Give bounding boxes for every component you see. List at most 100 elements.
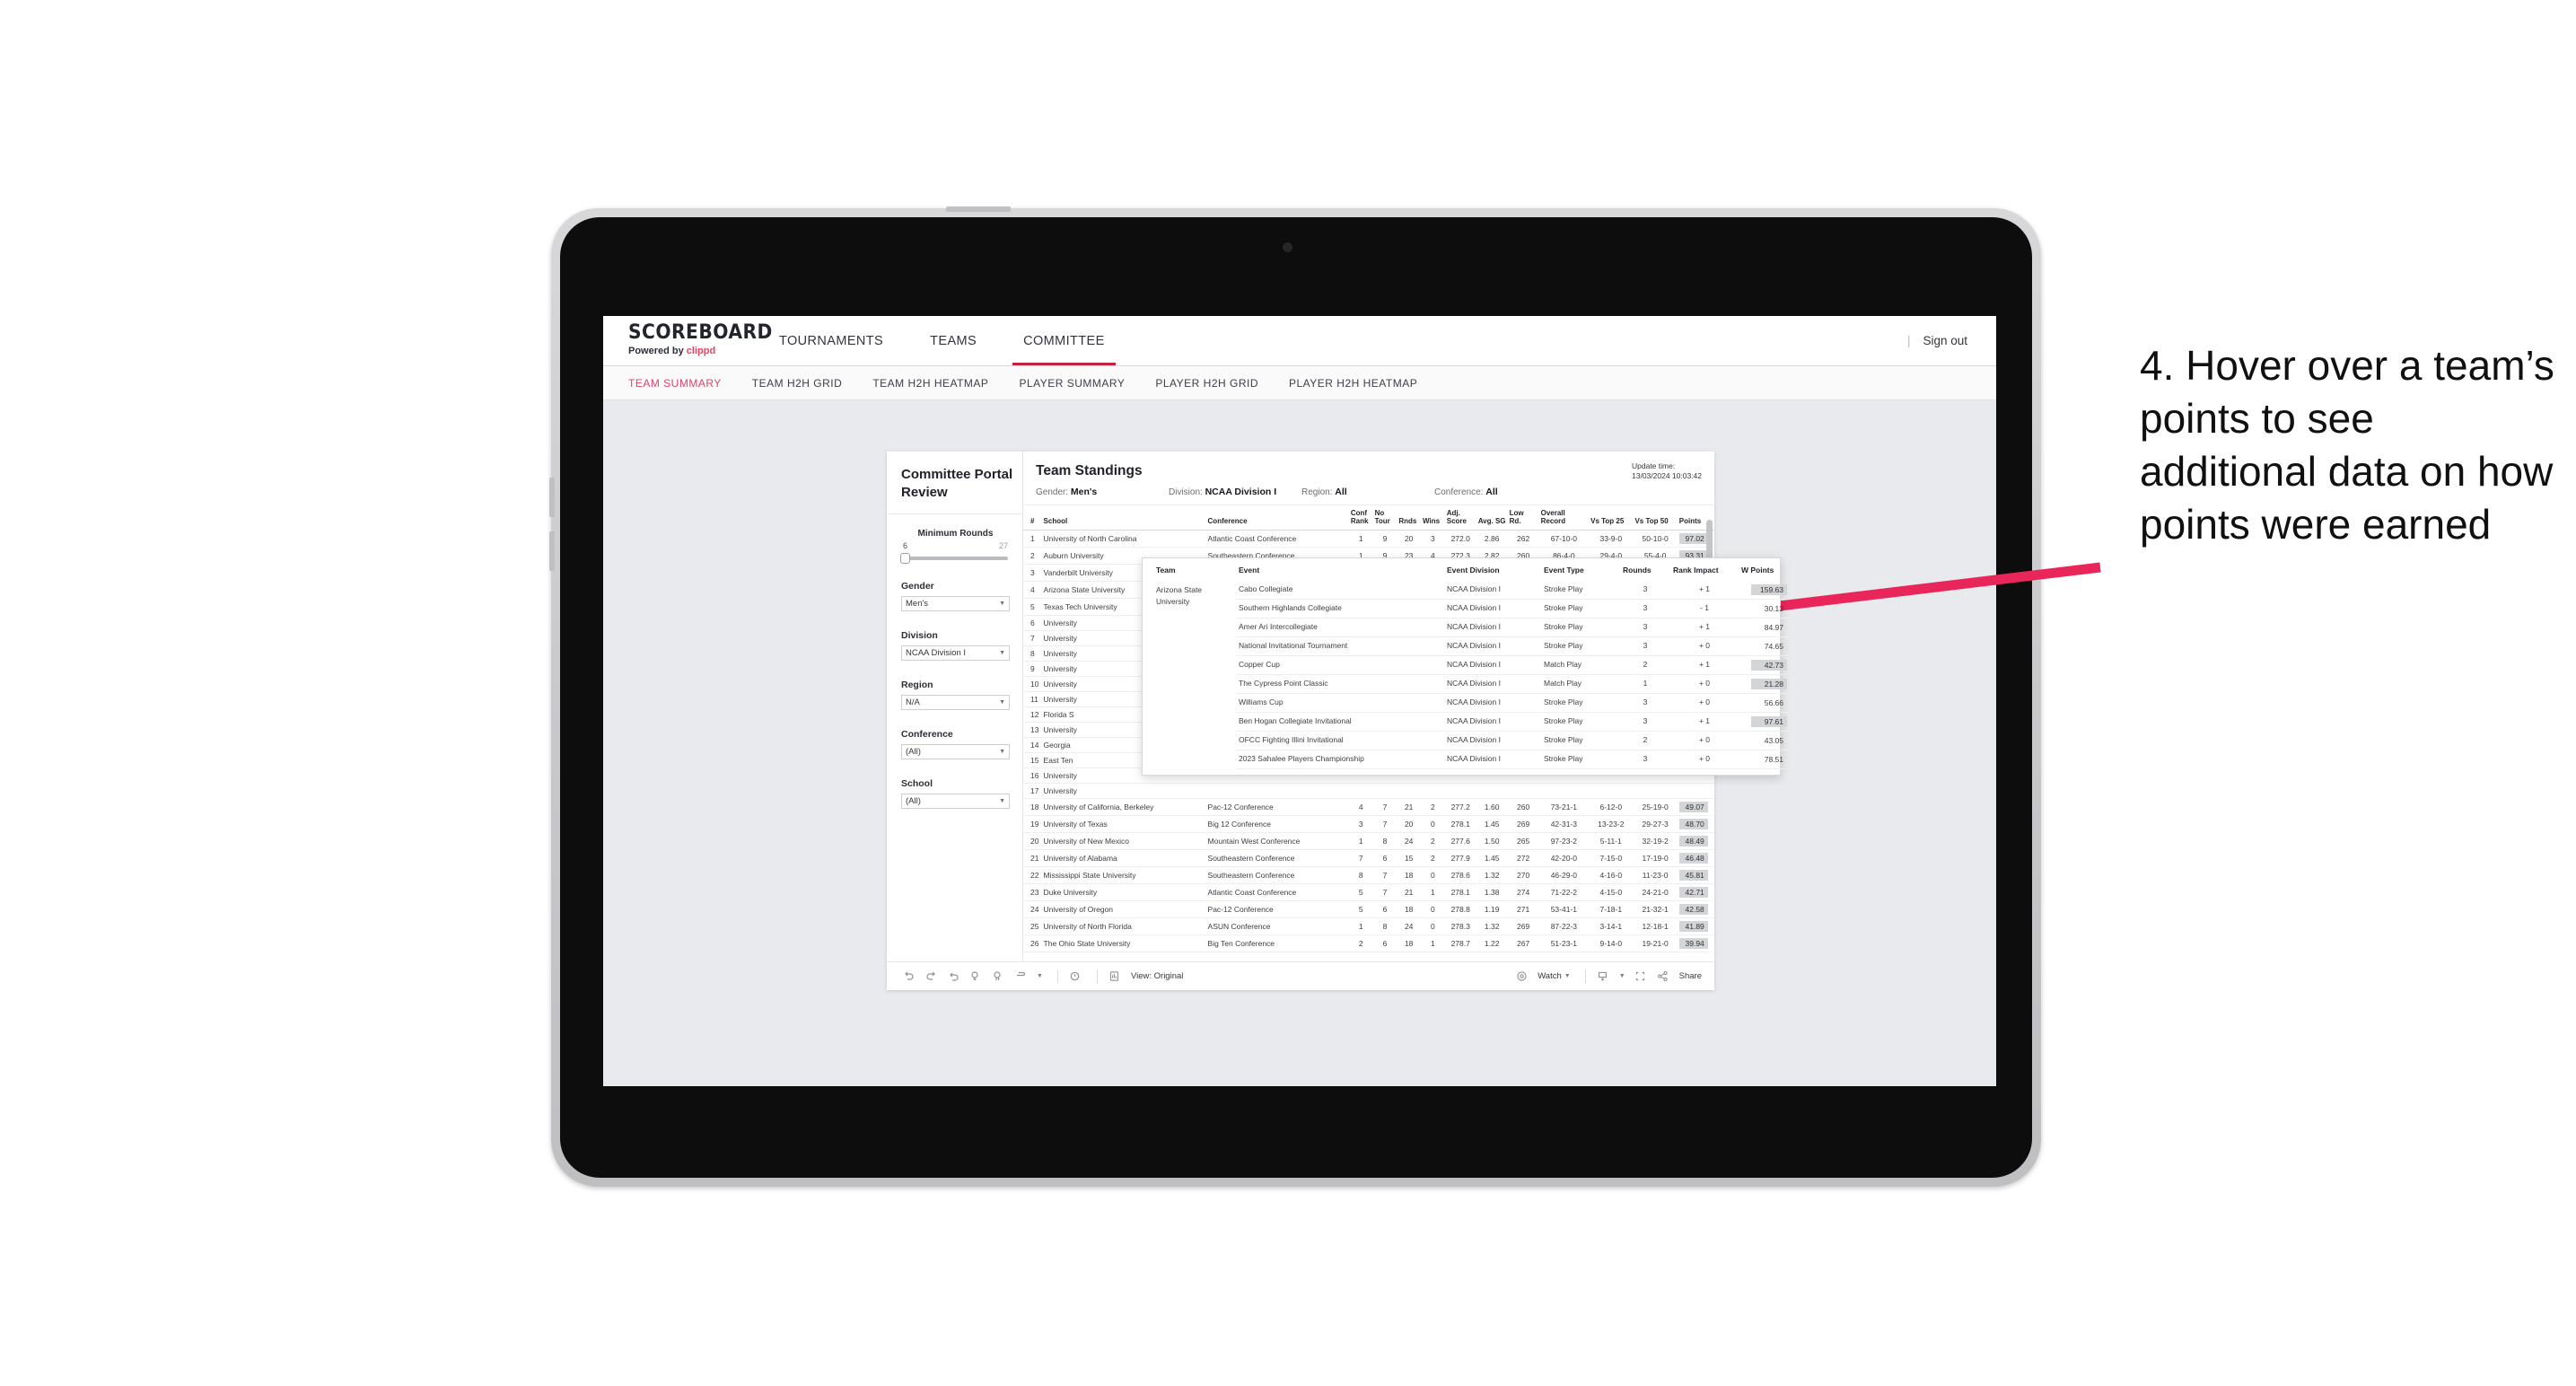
standings-cell-points[interactable]: 48.49 [1677, 832, 1714, 851]
col-header-wins[interactable]: Wins [1421, 505, 1445, 531]
standings-cell-rank: 25 [1023, 917, 1042, 936]
region-select[interactable]: N/A ▼ [901, 695, 1010, 710]
subnav-tab-player-summary[interactable]: PLAYER SUMMARY [1019, 377, 1125, 390]
subnav-tab-player-h2h-grid[interactable]: PLAYER H2H GRID [1155, 377, 1258, 390]
col-header-record[interactable]: Overall Record [1538, 505, 1590, 531]
view-shape-icon[interactable] [1012, 968, 1030, 986]
points-chip[interactable]: 48.49 [1678, 836, 1708, 847]
school-select[interactable]: (All) ▼ [901, 794, 1010, 809]
undo-icon[interactable] [899, 968, 917, 986]
table-row[interactable]: 19 University of Texas Big 12 Conference 3 7… [1023, 815, 1714, 834]
standings-cell-points[interactable]: 49.07 [1677, 798, 1714, 817]
standings-cell-record: 67-10-0 [1538, 530, 1590, 548]
standings-cell-school: University of Alabama [1041, 849, 1206, 868]
col-header-school[interactable]: School [1041, 505, 1206, 531]
revert-icon[interactable] [944, 968, 962, 986]
standings-cell-rank: 8 [1023, 645, 1042, 662]
points-chip[interactable]: 41.89 [1678, 921, 1708, 933]
redo-icon[interactable] [922, 968, 940, 986]
table-row[interactable]: 25 University of North Florida ASUN Confer… [1023, 917, 1714, 936]
col-header-adj-score[interactable]: Adj. Score [1444, 505, 1476, 531]
standings-cell-vs-top-50: 32-19-2 [1633, 832, 1678, 851]
table-row[interactable]: 18 University of California, Berkeley Pac-… [1023, 798, 1714, 817]
nav-tab-committee[interactable]: COMMITTEE [1000, 316, 1128, 365]
subnav-tab-team-summary[interactable]: TEAM SUMMARY [628, 377, 722, 390]
power-button[interactable] [946, 206, 1011, 212]
app-viewport: SCOREBOARD Powered by clippd TOURNAMENTS… [603, 316, 1996, 1086]
view-original-label[interactable]: View: Original [1131, 971, 1183, 981]
col-header-vs-top-50[interactable]: Vs Top 50 [1633, 505, 1678, 531]
standings-cell-points[interactable]: 46.48 [1677, 849, 1714, 868]
standings-cell-points[interactable] [1677, 783, 1714, 800]
subnav-tab-team-h2h-grid[interactable]: TEAM H2H GRID [752, 377, 843, 390]
standings-cell-no-tour: 8 [1372, 832, 1398, 851]
watch-icon[interactable] [1512, 968, 1530, 986]
points-chip[interactable]: 42.58 [1678, 904, 1708, 916]
table-row[interactable]: 20 University of New Mexico Mountain West … [1023, 832, 1714, 851]
table-row[interactable]: 21 University of Alabama Southeastern Conf… [1023, 849, 1714, 868]
view-original-icon[interactable] [1106, 968, 1124, 986]
sign-out-link[interactable]: Sign out [1923, 334, 1967, 347]
standings-cell-points[interactable]: 39.94 [1677, 934, 1714, 953]
division-select[interactable]: NCAA Division I ▼ [901, 645, 1010, 661]
conference-select[interactable]: (All) ▼ [901, 744, 1010, 759]
download-icon[interactable] [1594, 968, 1612, 986]
volume-down-button[interactable] [549, 531, 555, 571]
standings-cell-points[interactable]: 42.71 [1677, 883, 1714, 902]
standings-cell-record: 42-20-0 [1538, 849, 1590, 868]
standings-cell-points[interactable]: 45.81 [1677, 866, 1714, 885]
standings-filter-summary: Gender: Men's Division: NCAA Division I … [1036, 487, 1714, 497]
points-chip[interactable]: 45.81 [1678, 870, 1708, 882]
points-chip[interactable]: 49.07 [1678, 802, 1708, 813]
table-row[interactable]: 23 Duke University Atlantic Coast Conferen… [1023, 883, 1714, 902]
share-icon[interactable] [1654, 968, 1672, 986]
standings-panel: Team Standings Gender: Men's Division: N… [1023, 452, 1791, 961]
col-header-no-tour[interactable]: No Tour [1372, 505, 1398, 531]
refresh-data-icon[interactable] [967, 968, 985, 986]
standings-cell-wins: 0 [1421, 900, 1445, 919]
col-header-rank[interactable]: # [1023, 505, 1042, 531]
subnav-tab-player-h2h-heatmap[interactable]: PLAYER H2H HEATMAP [1289, 377, 1417, 390]
col-header-rnds[interactable]: Rnds [1397, 505, 1422, 531]
standings-cell-points[interactable]: 42.58 [1677, 900, 1714, 919]
col-header-low-rd[interactable]: Low Rd. [1507, 505, 1539, 531]
table-row[interactable]: 24 University of Oregon Pac-12 Conference 5… [1023, 900, 1714, 919]
points-chip[interactable]: 46.48 [1678, 853, 1708, 864]
pause-updates-icon[interactable] [989, 968, 1007, 986]
points-chip[interactable]: 39.94 [1678, 938, 1708, 950]
standings-cell-low-rd [1507, 783, 1539, 800]
tooltip-row: Amer Ari Intercollegiate NCAA Division IS… [1153, 618, 1791, 637]
nav-tab-tournaments[interactable]: TOURNAMENTS [756, 316, 907, 365]
table-row[interactable]: 22 Mississippi State University Southeaste… [1023, 866, 1714, 885]
alerts-icon[interactable] [1066, 968, 1084, 986]
chevron-down-icon[interactable]: ▼ [1619, 973, 1625, 979]
subnav-tab-team-h2h-heatmap[interactable]: TEAM H2H HEATMAP [872, 377, 988, 390]
brand-logo[interactable]: SCOREBOARD Powered by clippd [603, 316, 772, 365]
nav-tab-teams[interactable]: TEAMS [907, 316, 1000, 365]
col-header-conference[interactable]: Conference [1205, 505, 1349, 531]
table-row[interactable]: 26 The Ohio State University Big Ten Confe… [1023, 934, 1714, 953]
watch-label[interactable]: Watch [1538, 971, 1562, 981]
standings-cell-points[interactable]: 48.70 [1677, 815, 1714, 834]
chevron-down-icon[interactable]: ▼ [1564, 973, 1571, 979]
col-header-avg-sg[interactable]: Avg. SG [1476, 505, 1508, 531]
chevron-down-icon[interactable]: ▼ [1037, 973, 1043, 979]
w-points-chip: 78.51 [1764, 755, 1783, 764]
standings-cell-low-rd: 262 [1507, 530, 1539, 548]
standings-cell-school: University of North Florida [1041, 917, 1206, 936]
standings-cell-points[interactable]: 41.89 [1677, 917, 1714, 936]
slider-handle[interactable] [900, 553, 910, 564]
gender-select[interactable]: Men's ▼ [901, 596, 1010, 611]
fullscreen-icon[interactable] [1632, 968, 1650, 986]
table-row[interactable]: 1 University of North Carolina Atlantic Co… [1023, 530, 1714, 548]
minimum-rounds-slider[interactable] [900, 553, 1008, 564]
tooltip-cell-event: Cabo Collegiate [1236, 581, 1444, 600]
share-label[interactable]: Share [1679, 971, 1702, 981]
col-header-vs-top-25[interactable]: Vs Top 25 [1589, 505, 1634, 531]
points-chip[interactable]: 97.02 [1678, 533, 1708, 545]
points-chip[interactable]: 42.71 [1678, 887, 1708, 899]
volume-up-button[interactable] [549, 478, 555, 517]
table-row[interactable]: 17 University [1023, 783, 1714, 800]
col-header-conf-rank[interactable]: Conf Rank [1348, 505, 1373, 531]
points-chip[interactable]: 48.70 [1678, 819, 1708, 830]
